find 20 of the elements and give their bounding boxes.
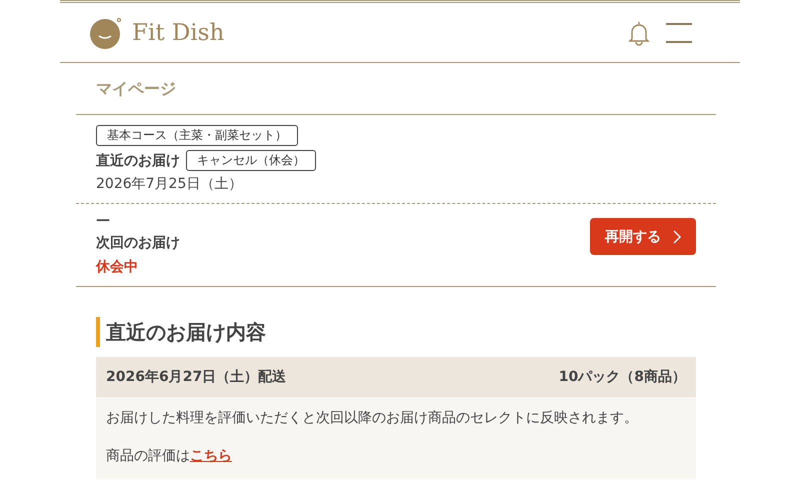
- next-status: 休会中: [96, 258, 139, 276]
- rating-link[interactable]: こちら: [190, 448, 232, 464]
- bell-icon[interactable]: [628, 20, 650, 46]
- pack-count: 10パック（8商品）: [558, 368, 686, 386]
- next-date: —: [96, 212, 111, 228]
- status-tag: キャンセル（休会）: [186, 150, 316, 171]
- page-title: マイページ: [76, 63, 716, 115]
- latest-label: 直近のお届け: [96, 152, 180, 170]
- next-label: 次回のお届け: [96, 234, 180, 252]
- logo-text: Fit Dish: [132, 20, 224, 46]
- section-heading: 直近のお届け内容: [96, 317, 696, 347]
- resume-button[interactable]: 再開する: [590, 218, 696, 255]
- course-tag: 基本コース（主菜・副菜セット）: [96, 125, 298, 146]
- rating-line: 商品の評価はこちら: [106, 447, 233, 465]
- latest-date: 2026年7月25日（土）: [96, 175, 244, 193]
- rating-note: お届けした料理を評価いただくと次回以降のお届け商品のセレクトに反映されます。: [106, 409, 639, 427]
- menu-icon[interactable]: [666, 22, 692, 42]
- logo-icon: [90, 16, 124, 48]
- delivery-date: 2026年6月27日（土）配送: [106, 368, 286, 386]
- chevron-icon: [673, 230, 681, 244]
